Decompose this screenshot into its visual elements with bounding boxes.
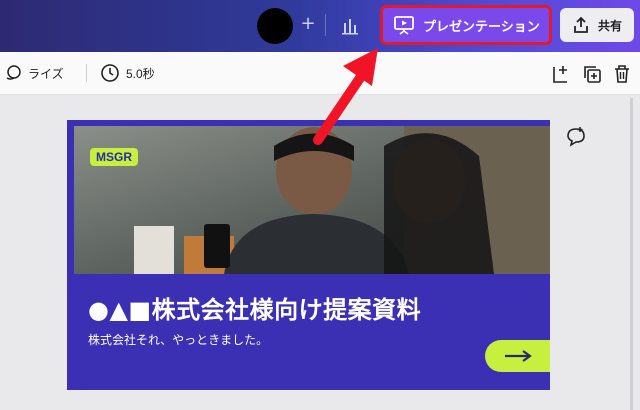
timing-button[interactable]: 5.0秒 (100, 52, 155, 94)
scrollbar[interactable] (630, 98, 633, 410)
slide-title[interactable]: ●▲■株式会社様向け提案資料 (88, 290, 421, 325)
add-comment-icon (567, 127, 585, 147)
insights-icon[interactable] (340, 14, 360, 36)
avatar[interactable] (257, 8, 293, 44)
editor-header: + プレゼンテーション 共有 (0, 0, 640, 52)
present-button-label: プレゼンテーション (423, 18, 540, 34)
animate-label: ライズ (28, 66, 64, 81)
duration-label: 5.0秒 (126, 66, 155, 81)
page-toolbar: ライズ 5.0秒 (0, 52, 640, 95)
animate-button[interactable]: ライズ (4, 52, 64, 94)
share-button-label: 共有 (597, 18, 622, 33)
duplicate-page-icon[interactable] (581, 63, 603, 85)
brand-badge: MSGR (90, 148, 138, 166)
add-comment-button[interactable] (562, 123, 590, 151)
trash-icon[interactable] (611, 63, 633, 85)
slide-photo[interactable] (74, 126, 550, 274)
add-page-icon[interactable] (549, 63, 571, 85)
presentation-screen-icon (394, 16, 414, 35)
clock-icon (101, 64, 119, 82)
share-upload-icon (574, 16, 588, 33)
next-arrow-button[interactable] (485, 340, 550, 372)
divider (325, 14, 326, 36)
animate-icon (6, 65, 21, 80)
slide-subtitle[interactable]: 株式会社それ、やっときました。 (88, 331, 268, 348)
divider (86, 64, 87, 82)
slide-canvas[interactable]: MSGR ●▲■株式会社様向け提案資料 株式会社それ、やっときました。 (67, 120, 550, 390)
arrow-right-icon (505, 350, 532, 362)
share-button[interactable]: 共有 (560, 8, 634, 42)
add-collaborator-icon[interactable]: + (298, 12, 318, 36)
present-button[interactable]: プレゼンテーション (380, 5, 552, 45)
